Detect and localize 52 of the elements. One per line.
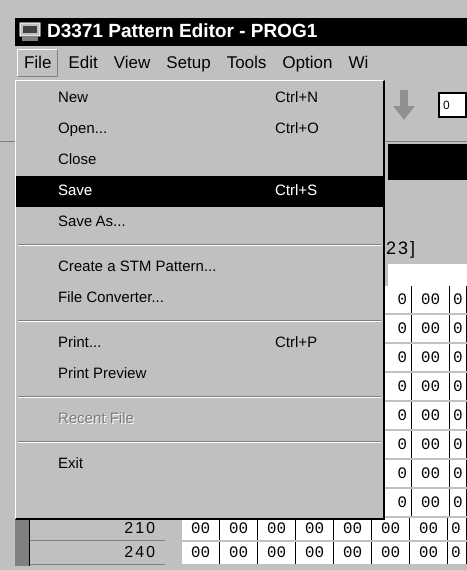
grid-cell: 00	[334, 518, 372, 540]
grid-cell: 00	[412, 344, 450, 371]
toolbar-field[interactable]: 0	[438, 92, 467, 118]
grid-cell: 00	[412, 286, 450, 313]
grid-cell: 00	[334, 542, 372, 564]
grid-cell: 0	[450, 315, 467, 342]
app-icon	[19, 22, 41, 42]
menu-item[interactable]: Close	[16, 145, 383, 176]
grid-cell: 00	[410, 518, 448, 540]
menu-bar-item[interactable]: Option	[276, 49, 338, 77]
menu-bar-item[interactable]: File	[17, 49, 58, 77]
grid-cell: 00	[372, 518, 410, 540]
window-title: D3371 Pattern Editor - PROG1	[47, 20, 318, 44]
menu-item[interactable]: Save As...	[16, 207, 383, 238]
grid-cell: 00	[296, 518, 334, 540]
grid-cell: 0	[450, 344, 467, 371]
header-text: 23]	[386, 236, 418, 260]
menu-bar-item[interactable]: Tools	[220, 49, 272, 77]
grid-cell: 0	[448, 518, 467, 540]
down-arrow-icon[interactable]	[392, 90, 416, 120]
grid-cell: 00	[182, 518, 220, 540]
grid-cell: 00	[220, 542, 258, 564]
grid-cell: 00	[412, 373, 450, 400]
grid-cell: 00	[412, 315, 450, 342]
grid-cell: 00	[372, 542, 410, 564]
grid-cell: 0	[450, 431, 467, 458]
grid-cell: 0	[450, 489, 467, 516]
grid-cell: 00	[412, 460, 450, 487]
grid-cell: 00	[258, 542, 296, 564]
grid-cell: 00	[182, 542, 220, 564]
grid-cell: 00	[296, 542, 334, 564]
grid-cell: 00	[220, 518, 258, 540]
menu-item[interactable]: New Ctrl+N	[16, 83, 383, 114]
grid-cell: 00	[412, 431, 450, 458]
grid-cell: 0	[450, 286, 467, 313]
grid-cell: 0	[448, 542, 467, 564]
menu-item[interactable]: Save Ctrl+S	[16, 176, 383, 207]
grid-cell: 00	[258, 518, 296, 540]
grid-cell: 0	[450, 373, 467, 400]
grid-cell: 00	[410, 542, 448, 564]
menu-bar-item[interactable]: Setup	[160, 49, 217, 77]
menu-bar-item[interactable]: View	[108, 49, 156, 77]
menu-item[interactable]: Create a STM Pattern...	[16, 252, 383, 283]
row-header-strip	[15, 518, 30, 542]
menu-bar-item[interactable]: Edit	[62, 49, 104, 77]
grid-cell: 00	[412, 402, 450, 429]
row-header-strip	[15, 542, 30, 566]
grid-cell: 0	[450, 402, 467, 429]
menu-item[interactable]: Open... Ctrl+O	[16, 114, 383, 145]
menu-bar-item[interactable]: Wi	[342, 49, 374, 77]
grid-cell: 0	[450, 460, 467, 487]
grid-cell: 00	[412, 489, 450, 516]
